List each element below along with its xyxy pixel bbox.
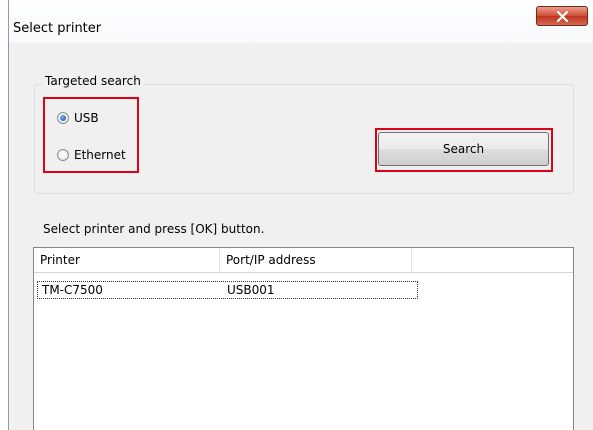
- list-header: Printer Port/IP address: [34, 248, 573, 273]
- printer-list[interactable]: Printer Port/IP address TM-C7500 USB001: [33, 247, 574, 430]
- window-title: Select printer: [13, 21, 102, 36]
- row-port-cell: USB001: [227, 283, 275, 297]
- title-bar: Select printer: [9, 0, 593, 43]
- select-printer-dialog: Select printer Targeted search USB Ether…: [8, 0, 593, 430]
- search-highlight-box: [375, 128, 553, 172]
- close-icon: [557, 11, 568, 22]
- instruction-text: Select printer and press [OK] button.: [43, 222, 265, 236]
- close-button[interactable]: [536, 6, 588, 26]
- targeted-search-label: Targeted search: [42, 74, 144, 88]
- column-port[interactable]: Port/IP address: [220, 248, 412, 272]
- column-printer[interactable]: Printer: [34, 248, 220, 272]
- row-printer-cell: TM-C7500: [42, 283, 103, 297]
- table-row[interactable]: TM-C7500 USB001: [37, 281, 418, 299]
- connection-highlight-box: [43, 97, 139, 173]
